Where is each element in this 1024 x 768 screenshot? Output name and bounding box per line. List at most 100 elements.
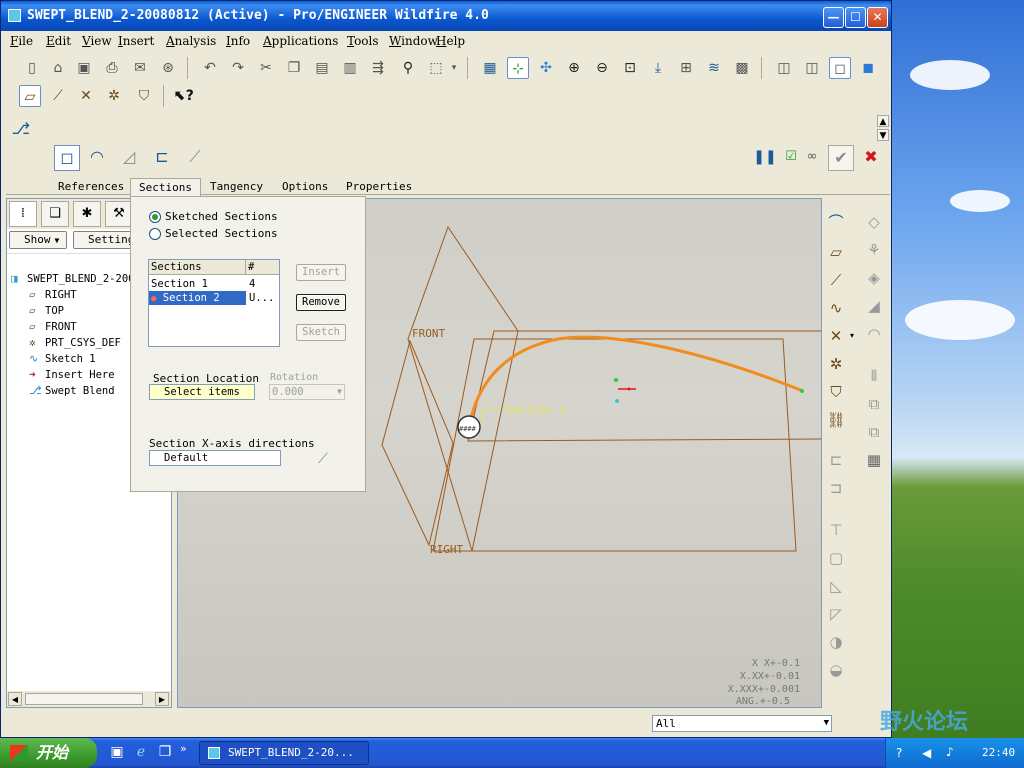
tab-properties[interactable]: Properties	[338, 178, 420, 196]
help-tray-icon[interactable]: ?	[896, 746, 902, 760]
menu-insert[interactable]: Insert	[118, 34, 154, 48]
chamfer-tool-icon[interactable]: ◸	[824, 602, 848, 626]
wireframe-icon[interactable]: ◫	[773, 57, 795, 79]
new-file-icon[interactable]: ▯	[21, 57, 43, 79]
context-help-icon[interactable]: ⬉?	[173, 85, 195, 107]
count-column-header[interactable]: #	[246, 260, 279, 275]
solidify-tool-icon[interactable]: ⧉	[862, 392, 886, 416]
chain-tool-icon[interactable]: ⛓	[824, 408, 848, 432]
tree-item-csys[interactable]: ✲ PRT_CSYS_DEF	[29, 335, 121, 350]
model-tree-tab-icon[interactable]: ⁞	[9, 201, 37, 227]
datum-point-display-icon[interactable]: ✕	[75, 85, 97, 107]
reorient-icon[interactable]: ⤓	[647, 57, 669, 79]
menu-info[interactable]: Info	[226, 34, 250, 48]
selection-filter[interactable]: All ▼	[652, 715, 832, 732]
title-bar[interactable]: SWEPT_BLEND_2-20080812 (Active) - Pro/EN…	[1, 1, 891, 31]
csys-display-icon[interactable]: ✲	[103, 85, 125, 107]
volume-tray-icon[interactable]: ♪	[946, 745, 954, 759]
sketch-option-icon[interactable]: ⟋	[182, 145, 208, 171]
scroll-left-icon[interactable]: ◀	[8, 692, 22, 706]
orient-mode-icon[interactable]: ✣	[535, 57, 557, 79]
rotation-field[interactable]: 0.000 ▼	[269, 384, 345, 400]
tab-tangency[interactable]: Tangency	[202, 178, 271, 196]
print-icon[interactable]: ⎙	[101, 57, 123, 79]
pattern-tool-icon[interactable]: ◇	[862, 210, 886, 234]
menu-analysis[interactable]: Analysis	[166, 34, 216, 48]
selected-sections-radio[interactable]	[149, 228, 161, 240]
undo-icon[interactable]: ↶	[199, 57, 221, 79]
layers-icon[interactable]: ≋	[703, 57, 725, 79]
mirror-plane-icon[interactable]: ⫴	[862, 364, 886, 388]
tree-item-front[interactable]: ▱ FRONT	[29, 319, 77, 334]
chevron-down-icon[interactable]: ▾	[846, 324, 858, 348]
no-hidden-icon[interactable]: ◻	[829, 57, 851, 79]
insert-button[interactable]: Insert	[296, 264, 346, 281]
tree-horizontal-scrollbar[interactable]: ◀ ▶	[7, 691, 171, 707]
folder-browser-tab-icon[interactable]: ❏	[41, 201, 69, 227]
save-icon[interactable]: ▣	[73, 57, 95, 79]
remove-material-icon[interactable]: ◿	[116, 145, 142, 171]
connections-tab-icon[interactable]: ⚒	[105, 201, 133, 227]
tab-references[interactable]: References	[50, 178, 132, 196]
shell-tool-icon[interactable]: ⊐	[824, 476, 848, 500]
tree-item-swept-blend[interactable]: ⎇ Swept Blend	[29, 383, 115, 398]
view-manager-icon[interactable]: ▩	[731, 57, 753, 79]
show-dropdown[interactable]: Show ▼	[9, 231, 67, 249]
tab-options[interactable]: Options	[274, 178, 336, 196]
copy-icon[interactable]: ❐	[283, 57, 305, 79]
surface-option-icon[interactable]: ◠	[84, 145, 110, 171]
zoom-out-icon[interactable]: ⊖	[591, 57, 613, 79]
csys-tool-icon[interactable]: ✲	[824, 352, 848, 376]
trim-tool-icon[interactable]: ◢	[862, 294, 886, 318]
x-axis-directions-field[interactable]: Default	[149, 450, 281, 466]
menu-applications[interactable]: Applications	[263, 34, 338, 48]
paste-icon[interactable]: ▤	[311, 57, 333, 79]
menu-file[interactable]: File	[10, 34, 33, 48]
menu-window[interactable]: Window	[389, 34, 438, 48]
scroll-up-icon[interactable]: ▲	[877, 115, 889, 127]
scroll-right-icon[interactable]: ▶	[155, 692, 169, 706]
quicklaunch-explorer-icon[interactable]: ❐	[156, 744, 174, 762]
cut-icon[interactable]: ✂	[255, 57, 277, 79]
pause-icon[interactable]: ❚❚	[752, 145, 778, 171]
taskbar-item-proe[interactable]: SWEPT_BLEND_2-20...	[199, 741, 369, 765]
selection-box-icon[interactable]: ⬚	[425, 57, 447, 79]
saved-views-icon[interactable]: ⊞	[675, 57, 697, 79]
apply-icon[interactable]: ✔	[828, 145, 854, 171]
menu-view[interactable]: View	[82, 34, 112, 48]
quicklaunch-ie-icon[interactable]: ℯ	[132, 744, 150, 762]
sketched-sections-radio[interactable]	[149, 211, 161, 223]
cancel-icon[interactable]: ✖	[858, 145, 884, 171]
datum-plane-tool-icon[interactable]: ▱	[824, 240, 848, 264]
x-axis-direction-icon[interactable]: ⟋	[313, 449, 333, 469]
preview-glasses-icon[interactable]: ∞	[799, 145, 825, 171]
sections-column-header[interactable]: Sections	[149, 260, 246, 275]
sketch-button[interactable]: Sketch	[296, 324, 346, 341]
scroll-down-icon[interactable]: ▼	[877, 129, 889, 141]
hole-tool-icon[interactable]: ⊏	[824, 448, 848, 472]
start-button[interactable]: 开始	[0, 738, 97, 768]
remove-button[interactable]: Remove	[296, 294, 346, 311]
tab-sections[interactable]: Sections	[130, 178, 201, 196]
tree-item-right[interactable]: ▱ RIGHT	[29, 287, 77, 302]
table-row-selected[interactable]: ● Section 2 U...	[149, 291, 279, 305]
draft-tool-icon[interactable]: ▢	[824, 546, 848, 570]
repaint-icon[interactable]: ▦	[479, 57, 501, 79]
extrude-tool-icon[interactable]: ◑	[824, 630, 848, 654]
menu-tools[interactable]: Tools	[347, 34, 379, 48]
sketch-tool-icon[interactable]: ⌒	[824, 210, 848, 234]
hidden-line-icon[interactable]: ◫	[801, 57, 823, 79]
menu-edit[interactable]: Edit	[46, 34, 71, 48]
redo-icon[interactable]: ↷	[227, 57, 249, 79]
regenerate-icon[interactable]: ⇶	[367, 57, 389, 79]
section-location-field[interactable]: Select items	[149, 384, 255, 400]
paste-special-icon[interactable]: ▥	[339, 57, 361, 79]
datum-axis-display-icon[interactable]: ⟋	[47, 85, 69, 107]
thicken-icon[interactable]: ⊏	[149, 145, 175, 171]
solid-option-icon[interactable]: ◻	[54, 145, 80, 171]
quicklaunch-desktop-icon[interactable]: ▣	[108, 744, 126, 762]
spin-center-icon[interactable]: ⊹	[507, 57, 529, 79]
datum-axis-tool-icon[interactable]: ⟋	[824, 268, 848, 292]
send-link-icon[interactable]: ⊛	[157, 57, 179, 79]
datum-plane-display-icon[interactable]: ▱	[19, 85, 41, 107]
